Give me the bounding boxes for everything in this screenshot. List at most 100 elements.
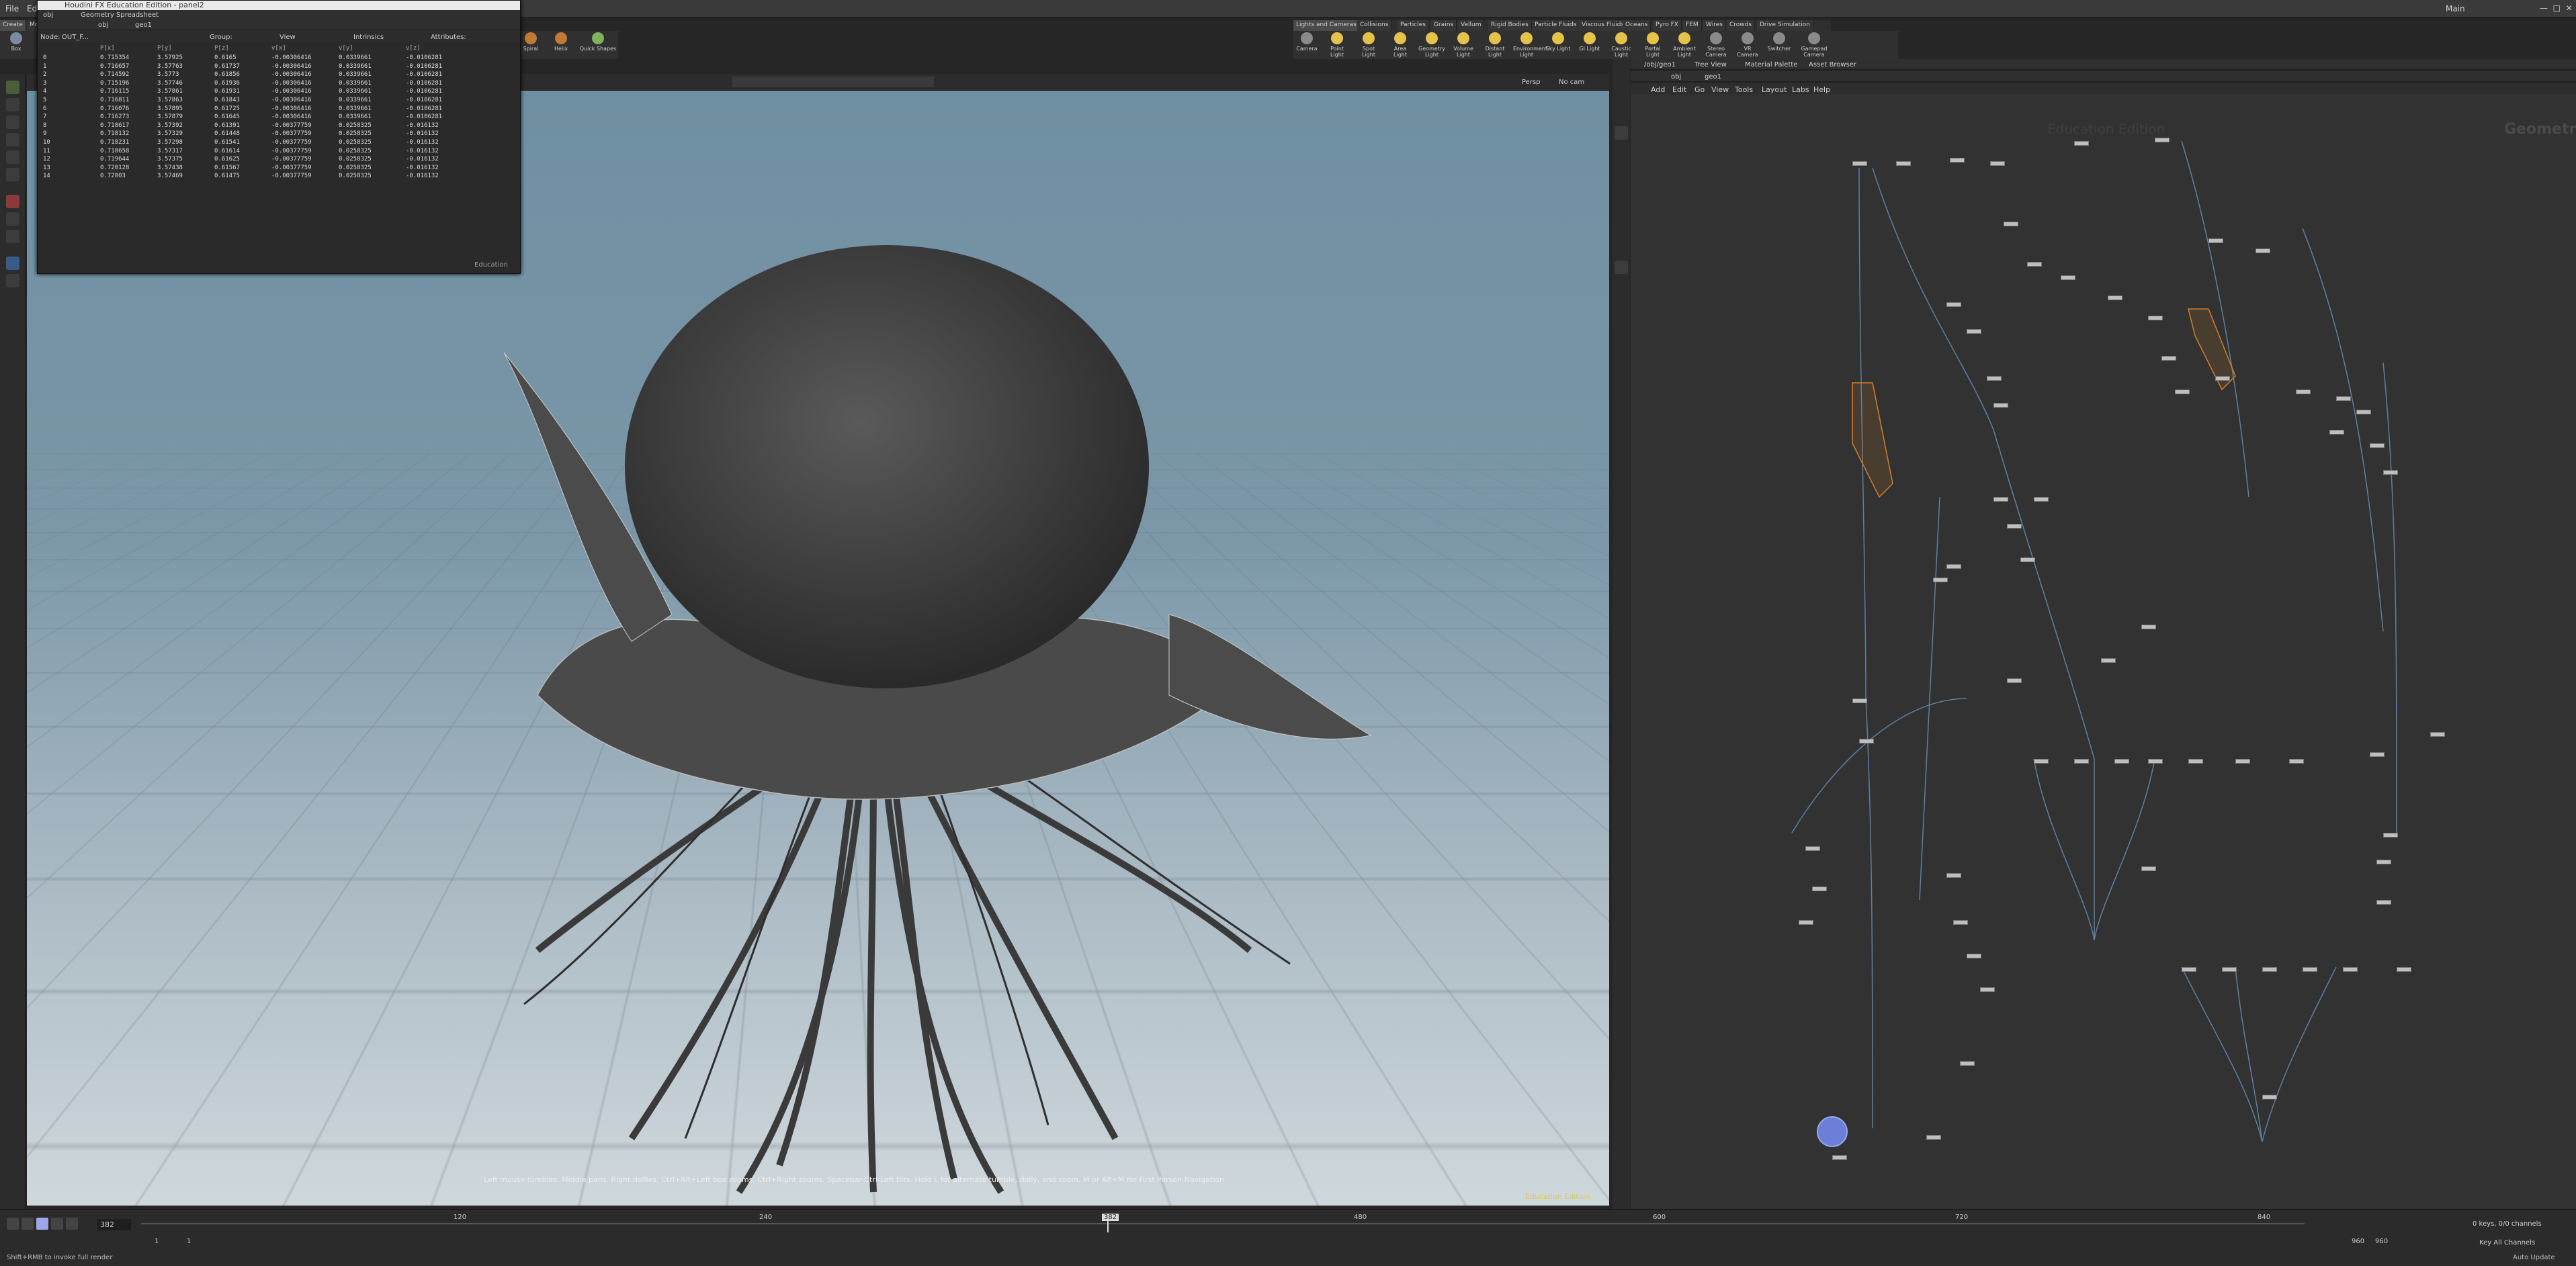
tool-geometry-light[interactable]: Geometry Light bbox=[1418, 32, 1445, 58]
tool-area-light[interactable]: Area Light bbox=[1387, 32, 1414, 58]
network-node[interactable] bbox=[2430, 732, 2445, 737]
network-node[interactable] bbox=[2208, 238, 2223, 243]
network-node[interactable] bbox=[1990, 161, 2005, 166]
network-node[interactable] bbox=[1980, 987, 1995, 992]
network-node[interactable] bbox=[1805, 846, 1820, 851]
network-node[interactable] bbox=[2383, 470, 2398, 475]
network-node[interactable] bbox=[2296, 390, 2311, 394]
path-obj[interactable]: obj bbox=[1671, 73, 1681, 81]
network-node[interactable] bbox=[2114, 759, 2129, 764]
shelf-tab-vellum[interactable]: Vellum bbox=[1458, 20, 1485, 31]
start-frame-field[interactable]: 1 bbox=[155, 1238, 159, 1245]
network-node[interactable] bbox=[2034, 497, 2049, 502]
viewport-tool-strip[interactable] bbox=[732, 77, 934, 87]
table-row[interactable]: 10 0.718231 3.57298 0.61541 -0.00377759 0.025… bbox=[43, 139, 513, 147]
tool-sky-light[interactable]: Sky Light bbox=[1545, 32, 1572, 52]
network-node[interactable] bbox=[2148, 759, 2163, 764]
network-node[interactable] bbox=[1933, 578, 1948, 582]
table-row[interactable]: 6 0.716076 3.57895 0.61725 -0.00306416 0.0339… bbox=[43, 105, 513, 114]
jump-start-button[interactable] bbox=[7, 1218, 19, 1230]
network-node[interactable] bbox=[2343, 967, 2358, 972]
shelf-tab-collisions[interactable]: Collisions bbox=[1357, 20, 1392, 31]
menu-layout[interactable]: Layout bbox=[1762, 85, 1787, 94]
tab-geometry-spreadsheet[interactable]: Geometry Spreadsheet bbox=[81, 11, 159, 19]
table-row[interactable]: 5 0.716811 3.57863 0.61843 -0.00306416 0.0339… bbox=[43, 97, 513, 105]
range-start-field[interactable]: 1 bbox=[187, 1238, 191, 1245]
shelf-tab-crowds[interactable]: Crowds bbox=[1727, 20, 1756, 31]
menu-view[interactable]: View bbox=[1711, 85, 1729, 94]
menu-add[interactable]: Add bbox=[1651, 85, 1665, 94]
network-node[interactable] bbox=[1799, 920, 1813, 925]
view-menu[interactable]: View bbox=[280, 34, 296, 41]
path-geo1[interactable]: geo1 bbox=[135, 21, 152, 29]
shelf-tab-particles[interactable]: Particles bbox=[1398, 20, 1429, 31]
tool-box[interactable]: Box bbox=[3, 32, 30, 52]
table-row[interactable]: 3 0.715196 3.57746 0.61936 -0.00306416 0.0339… bbox=[43, 80, 513, 88]
network-node[interactable] bbox=[2182, 967, 2196, 972]
move-tool-icon[interactable] bbox=[6, 98, 19, 111]
network-node[interactable] bbox=[2148, 316, 2163, 320]
tool-vr-camera[interactable]: VR Camera bbox=[1734, 32, 1761, 58]
network-node[interactable] bbox=[2007, 678, 2022, 683]
desktop-label[interactable]: Main bbox=[2446, 4, 2465, 13]
tool-gamepad-camera[interactable]: Gamepad Camera bbox=[1797, 32, 1831, 58]
network-node[interactable] bbox=[2376, 860, 2391, 864]
network-node[interactable] bbox=[2370, 752, 2385, 757]
tab-tree-view[interactable]: Tree View bbox=[1694, 61, 1727, 69]
tab-obj[interactable]: obj bbox=[43, 11, 53, 19]
shelf-tab-pyro[interactable]: Pyro FX bbox=[1653, 20, 1682, 31]
network-node[interactable] bbox=[1896, 161, 1911, 166]
network-node[interactable] bbox=[2262, 967, 2277, 972]
network-node[interactable] bbox=[1852, 161, 1867, 166]
network-node[interactable] bbox=[1960, 1061, 1975, 1066]
table-row[interactable]: 13 0.720128 3.57438 0.61567 -0.00377759 0.025… bbox=[43, 165, 513, 173]
menu-edit[interactable]: Edit bbox=[1672, 85, 1686, 94]
network-node[interactable] bbox=[2034, 759, 2049, 764]
tool-spot-light[interactable]: Spot Light bbox=[1355, 32, 1382, 58]
tool-quick-shapes[interactable]: Quick Shapes bbox=[578, 32, 618, 52]
tool-distant-light[interactable]: Distant Light bbox=[1482, 32, 1508, 58]
table-row[interactable]: 2 0.714592 3.5773 0.61856 -0.00306416 0.03396… bbox=[43, 71, 513, 79]
network-node[interactable] bbox=[2108, 296, 2122, 300]
network-node[interactable] bbox=[2336, 396, 2351, 401]
network-node[interactable] bbox=[1946, 873, 1961, 878]
network-node[interactable] bbox=[2141, 625, 2156, 629]
tab-obj-geo1[interactable]: /obj/geo1 bbox=[1644, 61, 1676, 69]
network-node[interactable] bbox=[1832, 1155, 1847, 1160]
pose-tool-icon[interactable] bbox=[6, 168, 19, 181]
shelf-tab-drive[interactable]: Drive Simulation bbox=[1757, 20, 1813, 31]
rotate-tool-icon[interactable] bbox=[6, 116, 19, 129]
path-obj[interactable]: obj bbox=[98, 21, 108, 29]
network-node[interactable] bbox=[2303, 967, 2317, 972]
tool-ambient-light[interactable]: Ambient Light bbox=[1671, 32, 1698, 58]
network-node[interactable] bbox=[1812, 887, 1827, 891]
tool-switcher[interactable]: Switcher bbox=[1766, 32, 1793, 52]
end-frame-field[interactable]: 960 bbox=[2375, 1238, 2388, 1245]
range-end-field[interactable]: 960 bbox=[2352, 1238, 2364, 1245]
tool-env-light[interactable]: Environment Light bbox=[1513, 32, 1547, 58]
tool-gi-light[interactable]: GI Light bbox=[1576, 32, 1603, 52]
lights-tool-icon[interactable] bbox=[6, 274, 19, 287]
network-node[interactable] bbox=[2161, 356, 2176, 361]
snap-tool-icon[interactable] bbox=[6, 195, 19, 208]
shelf-tab-viscous[interactable]: Viscous Fluids bbox=[1579, 20, 1628, 31]
network-node[interactable] bbox=[2141, 866, 2156, 871]
tab-asset-browser[interactable]: Asset Browser bbox=[1809, 61, 1856, 69]
table-row[interactable]: 14 0.72003 3.57469 0.61475 -0.00377759 0.0258… bbox=[43, 173, 513, 181]
table-row[interactable]: 9 0.718132 3.57329 0.61448 -0.00377759 0.0258… bbox=[43, 130, 513, 138]
menu-help[interactable]: Help bbox=[1813, 85, 1830, 94]
view-tool-icon[interactable] bbox=[6, 212, 19, 226]
tool-spiral[interactable]: Spiral bbox=[517, 32, 544, 52]
network-node[interactable] bbox=[1953, 920, 1968, 925]
network-node[interactable] bbox=[2020, 557, 2035, 562]
table-row[interactable]: 12 0.719644 3.57375 0.61625 -0.00377759 0.025… bbox=[43, 156, 513, 164]
network-node[interactable] bbox=[2383, 833, 2398, 838]
shelf-tab-wires[interactable]: Wires bbox=[1703, 20, 1726, 31]
menu-tools[interactable]: Tools bbox=[1735, 85, 1753, 94]
shelf-tab-grains[interactable]: Grains bbox=[1431, 20, 1457, 31]
network-node[interactable] bbox=[1926, 1135, 1941, 1140]
network-node[interactable] bbox=[1950, 158, 1965, 163]
window-controls[interactable]: — □ ✕ bbox=[2540, 3, 2573, 13]
network-node[interactable] bbox=[1993, 403, 2008, 408]
network-node[interactable] bbox=[1987, 376, 2002, 381]
